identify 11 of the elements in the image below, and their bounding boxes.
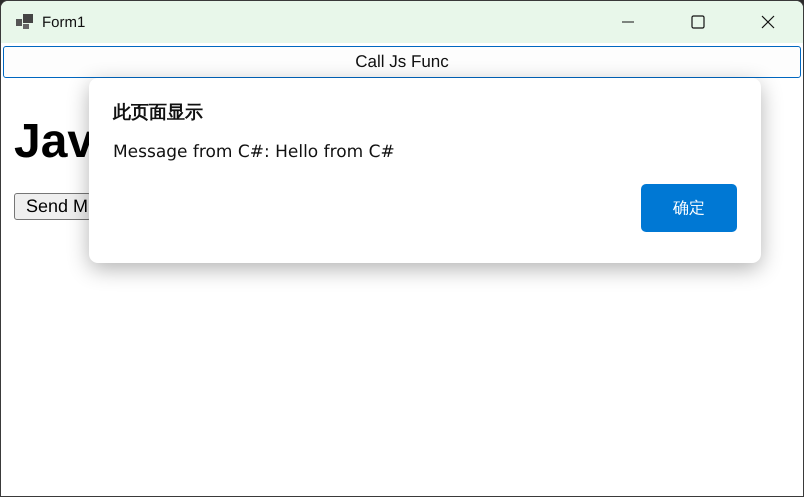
window-title: Form1 [42, 14, 86, 30]
dialog-title: 此页面显示 [113, 101, 203, 124]
ok-button[interactable]: 确定 [641, 184, 737, 232]
page-heading: Jav [14, 114, 94, 169]
maximize-icon [691, 15, 705, 29]
dialog-message: Message from C#: Hello from C# [113, 142, 395, 162]
call-js-button[interactable]: Call Js Func [3, 46, 801, 78]
close-icon [761, 15, 775, 29]
minimize-icon [622, 21, 634, 23]
send-button[interactable]: Send M [14, 193, 92, 220]
app-icon [16, 14, 34, 30]
